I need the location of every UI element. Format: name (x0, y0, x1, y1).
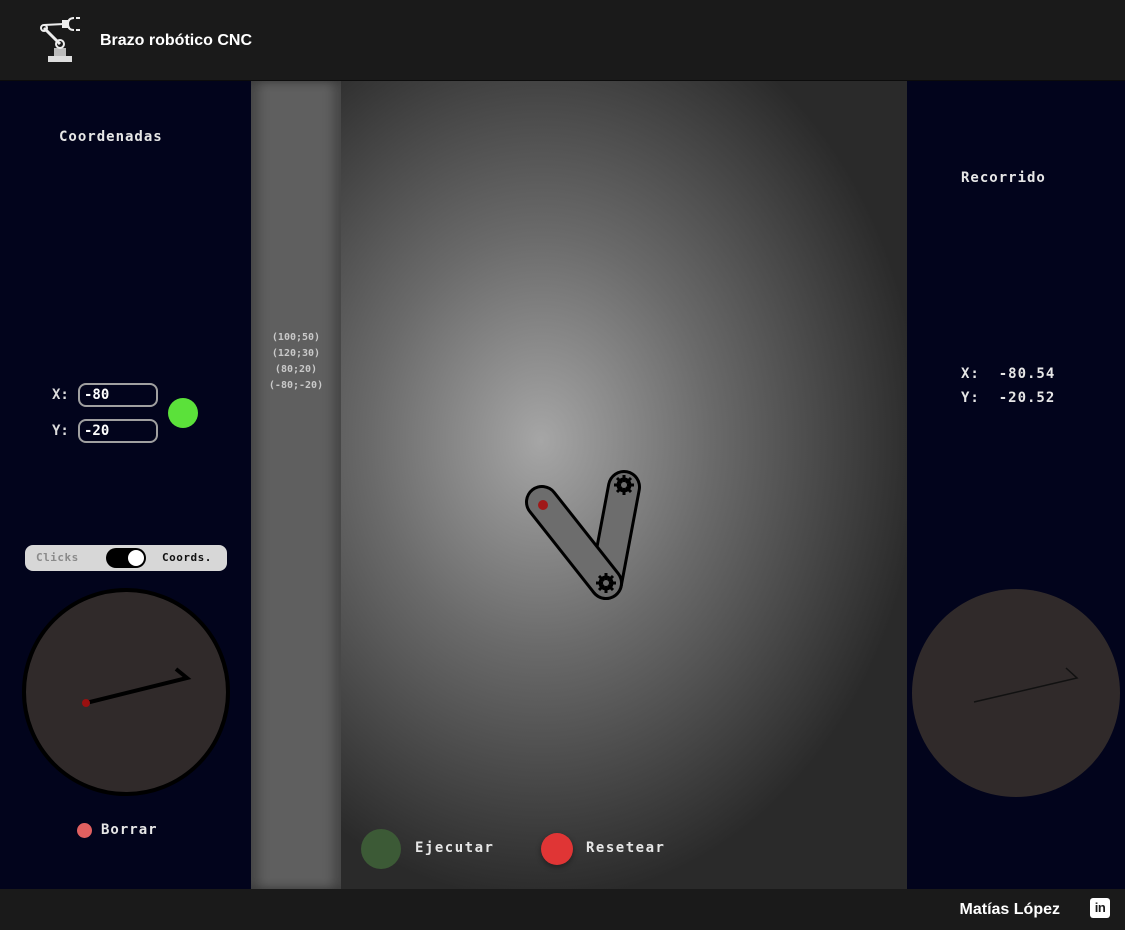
end-effector-point (538, 500, 548, 510)
mode-switch[interactable] (106, 548, 146, 568)
input-mode-toggle[interactable]: Clicks Coords. (25, 545, 227, 571)
input-start-point (82, 699, 90, 707)
y-readout: Y: -20.52 (961, 390, 1056, 406)
switch-knob (128, 550, 144, 566)
queue-item: (120;30) (271, 348, 321, 359)
clear-button-dot[interactable] (77, 823, 92, 838)
queue-item: (80;20) (274, 364, 318, 375)
app-title: Brazo robótico CNC (100, 32, 252, 49)
queue-item: (-80;-20) (268, 380, 324, 391)
robot-arm-icon (40, 17, 80, 62)
x-label: X: (52, 387, 69, 403)
run-button-dot[interactable] (361, 829, 401, 869)
x-coordinate-input[interactable] (78, 383, 158, 407)
app-footer: Matías López (0, 889, 1125, 930)
reset-button[interactable]: Resetear (586, 840, 665, 856)
clicks-mode-label: Clicks (36, 551, 79, 564)
y-coordinate-row: Y: (52, 419, 158, 443)
coords-mode-label: Coords. (162, 551, 212, 564)
y-coordinate-input[interactable] (78, 419, 158, 443)
traced-path-line (973, 667, 1079, 703)
coordinate-queue (251, 81, 341, 889)
x-readout: X: -80.54 (961, 366, 1056, 382)
app-header: Brazo robótico CNC (0, 0, 1125, 81)
shoulder-gear-icon (612, 473, 636, 497)
author-name: Matías López (959, 901, 1060, 918)
run-button[interactable]: Ejecutar (415, 840, 494, 856)
x-coordinate-row: X: (52, 383, 158, 407)
linkedin-icon[interactable]: in (1090, 898, 1110, 918)
robot-arm-diagram (525, 470, 641, 600)
send-coordinates-button[interactable] (168, 398, 198, 428)
input-drawing-pad[interactable] (22, 588, 230, 796)
path-trace-pad (912, 589, 1120, 797)
reset-button-dot[interactable] (541, 833, 573, 865)
coordinates-heading: Coordenadas (59, 129, 163, 145)
clear-button[interactable]: Borrar (101, 822, 158, 838)
elbow-gear-icon (594, 571, 618, 595)
path-heading: Recorrido (961, 170, 1046, 186)
y-label: Y: (52, 423, 69, 439)
input-path-line (85, 667, 192, 705)
queue-item: (100;50) (271, 332, 321, 343)
